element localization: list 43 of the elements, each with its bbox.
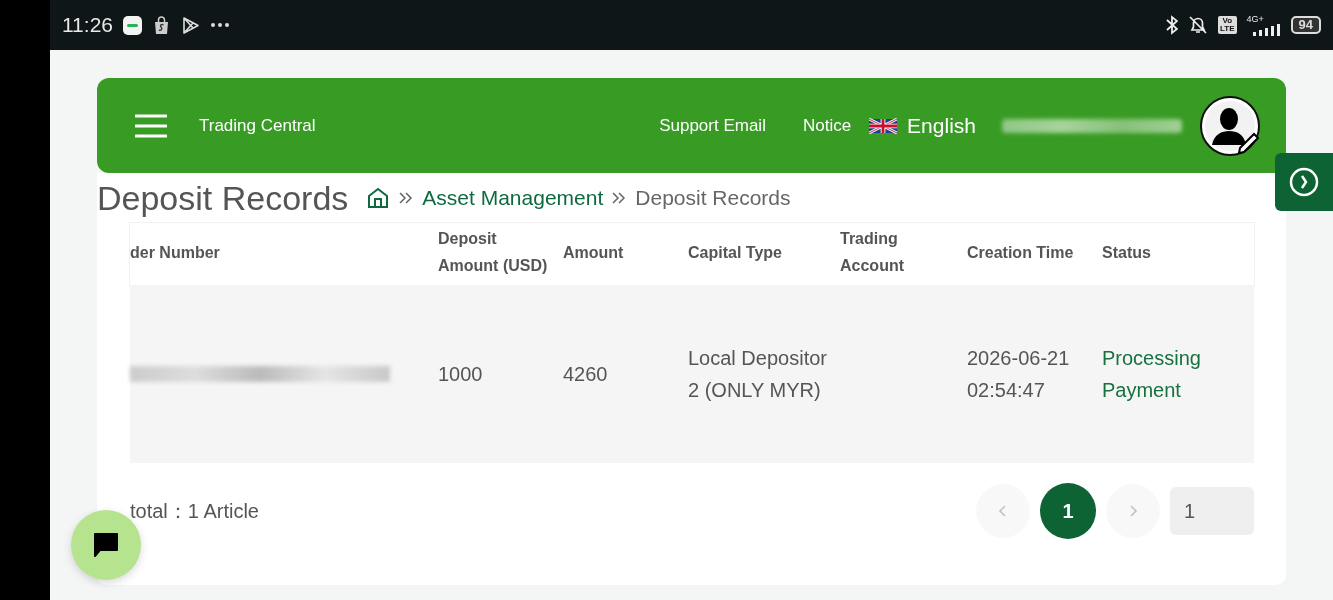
network-type: 4G+ bbox=[1246, 14, 1264, 24]
page-jump-field[interactable]: 1 bbox=[1170, 487, 1254, 535]
uk-flag-icon bbox=[869, 115, 898, 136]
volte-badge: Vo LTE bbox=[1218, 16, 1237, 34]
column-header: der Number bbox=[130, 242, 221, 263]
page-button[interactable]: 1 bbox=[1040, 483, 1096, 539]
app-icon bbox=[123, 15, 142, 35]
language-selector[interactable]: English bbox=[907, 113, 976, 138]
bell-off-icon bbox=[1188, 15, 1208, 35]
breadcrumb-current: Deposit Records bbox=[635, 186, 791, 210]
chevron-circle-icon bbox=[1289, 167, 1319, 197]
table-cell-text: 2026-06-21 02:54:47 bbox=[967, 346, 1071, 403]
menu-icon[interactable] bbox=[135, 113, 167, 138]
battery-level: 94 bbox=[1290, 16, 1321, 34]
home-icon[interactable] bbox=[366, 186, 391, 210]
breadcrumb-link[interactable]: Asset Management bbox=[422, 186, 604, 210]
table-cell-text: 1000 bbox=[438, 362, 484, 387]
avatar-icon[interactable] bbox=[1200, 95, 1260, 156]
side-panel-tab[interactable] bbox=[1275, 153, 1333, 211]
chevron-left-icon bbox=[997, 503, 1009, 519]
more-dots-icon bbox=[210, 22, 230, 28]
column-header: Deposit Amount (USD) bbox=[438, 229, 549, 276]
double-chevron-icon bbox=[398, 191, 415, 205]
brand-name: Trading Central bbox=[199, 115, 316, 136]
table-cell-text: 4260 bbox=[563, 362, 609, 387]
play-store-icon bbox=[181, 15, 200, 35]
column-header: Status bbox=[1102, 242, 1152, 263]
clock-time: 11:26 bbox=[62, 13, 113, 37]
table-cell-text: Local Depositor 2 (ONLY MYR) bbox=[688, 346, 828, 403]
status-cell-text: Processing Payment bbox=[1102, 346, 1202, 403]
nav-link[interactable]: Notice bbox=[802, 115, 852, 136]
nav-link[interactable]: Support Email bbox=[659, 115, 766, 136]
page-title: Deposit Records bbox=[97, 178, 349, 218]
shopping-bag-icon bbox=[152, 15, 171, 35]
chevron-right-icon bbox=[1127, 503, 1139, 519]
column-header: Trading Account bbox=[840, 229, 905, 276]
column-header: Amount bbox=[563, 242, 625, 263]
column-header: Creation Time bbox=[967, 242, 1075, 263]
bluetooth-icon bbox=[1166, 15, 1178, 35]
column-header: Capital Type bbox=[688, 242, 783, 263]
chat-icon bbox=[92, 531, 120, 559]
double-chevron-icon bbox=[611, 191, 628, 205]
total-count: total：1 Article bbox=[130, 498, 259, 524]
